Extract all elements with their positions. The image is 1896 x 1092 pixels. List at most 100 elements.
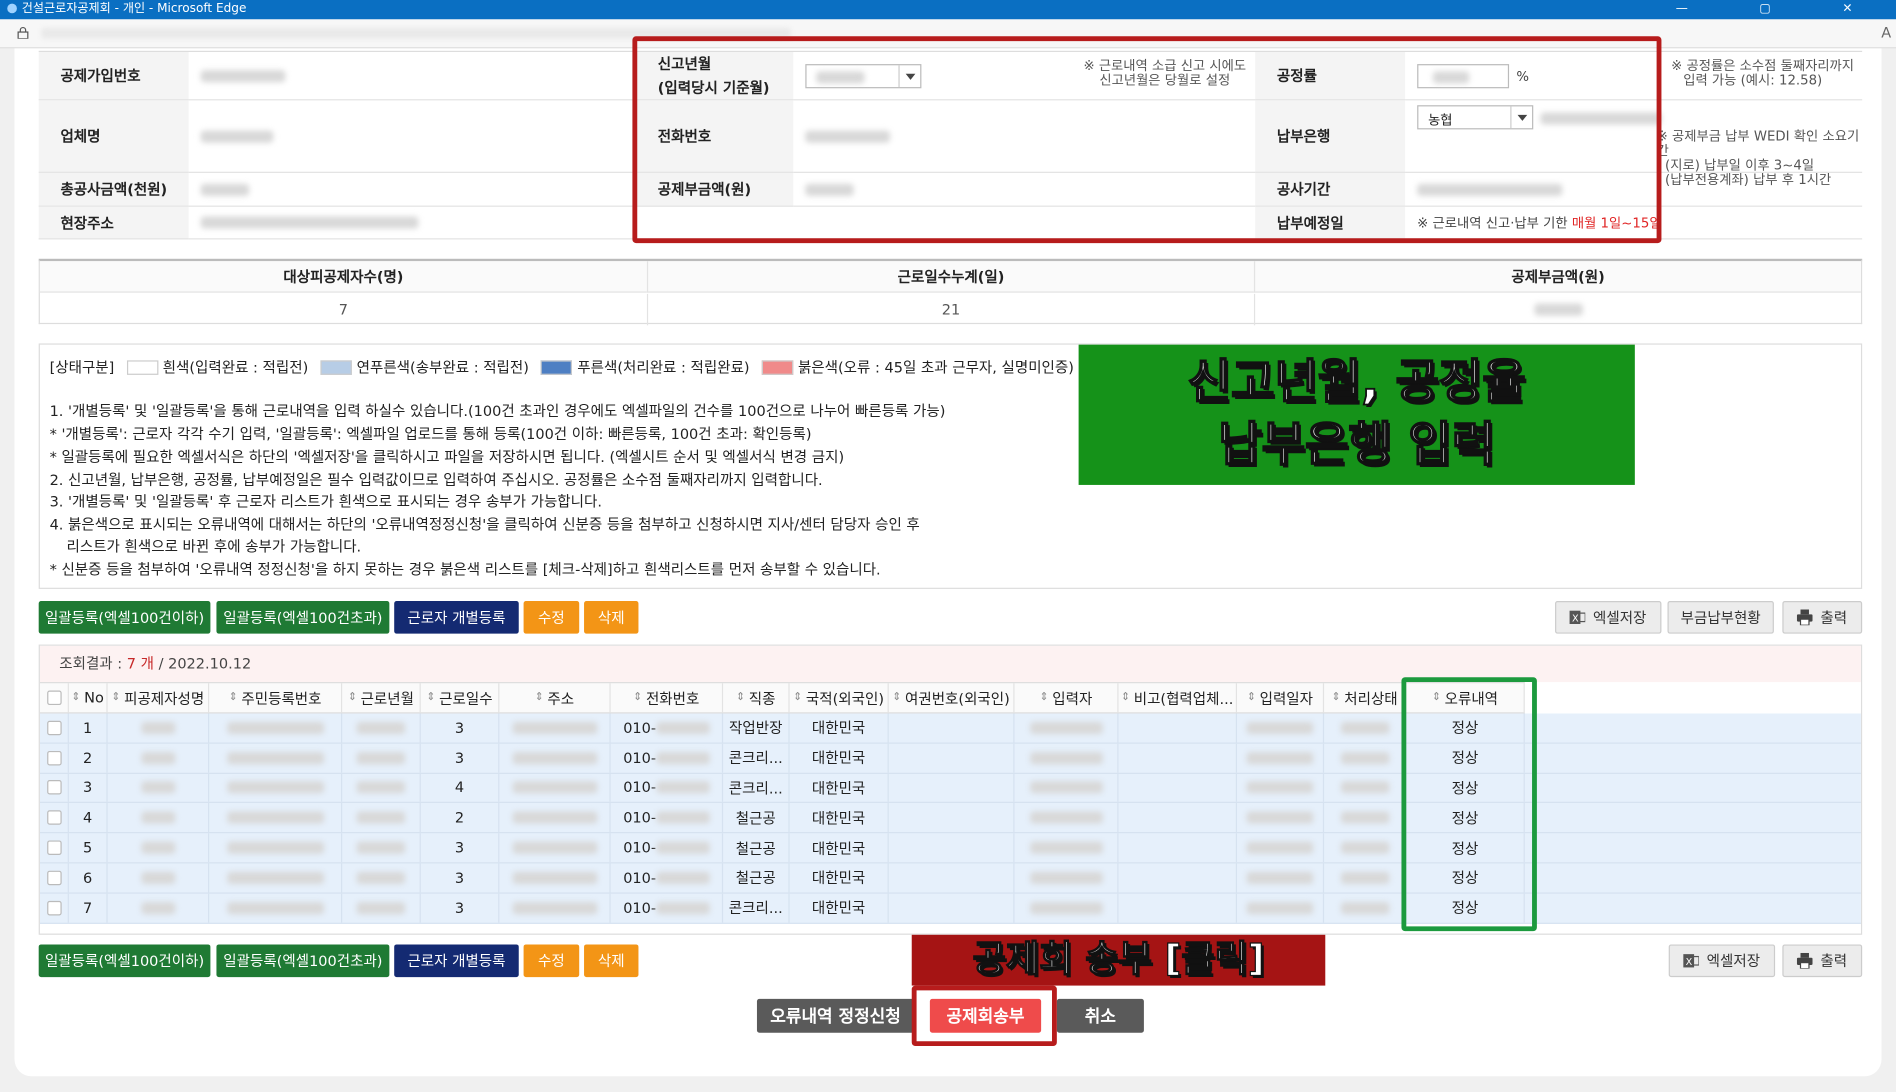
callout-input-guide-line1: 신고년월, 공정율 xyxy=(1187,355,1527,411)
redacted-value xyxy=(226,871,324,884)
cell-checkbox[interactable] xyxy=(40,773,69,803)
excel-save-button[interactable]: X 엑셀저장 xyxy=(1555,601,1662,634)
individual-register-button[interactable]: 근로자 개별등록 xyxy=(394,601,519,634)
cell-remarks xyxy=(1119,773,1238,803)
cell-nationality: 대한민국 xyxy=(790,743,889,773)
cell-text: 4 xyxy=(83,809,93,827)
cell-text: 3 xyxy=(454,839,465,857)
cancel-button[interactable]: 취소 xyxy=(1056,998,1144,1033)
summary-table: 대상피공제자수(명) 근로일수누계(일) 공제부금액(원) 7 21 xyxy=(38,258,1863,326)
table-row[interactable]: 7 3 010- 콘크리... 대한민국 정상 xyxy=(39,893,1861,924)
cell-registrant xyxy=(1015,803,1119,833)
error-correction-request-button[interactable]: 오류내역 정정신청 xyxy=(756,998,915,1033)
cell-registrant xyxy=(1015,893,1119,923)
cell-registrant xyxy=(1015,863,1119,893)
worker-grid: 조회결과 : 7 개 / 2022.10.12 ⇕ No ⇕ 피공제자성명 ⇕ 주민등… xyxy=(38,644,1863,935)
row-checkbox[interactable] xyxy=(46,900,62,916)
column-header-work-month[interactable]: ⇕ 근로년월 xyxy=(342,683,421,713)
redacted-value xyxy=(512,901,597,914)
column-header-job[interactable]: ⇕ 직종 xyxy=(723,683,790,713)
cell-checkbox[interactable] xyxy=(40,863,69,893)
cell-job: 철근공 xyxy=(723,803,790,833)
cell-text: 대한민국 xyxy=(811,749,866,767)
edit-button-bottom[interactable]: 수정 xyxy=(523,944,580,978)
cell-address xyxy=(499,833,611,863)
summary-header-amount: 공제부금액(원) xyxy=(1253,261,1861,293)
cell-address xyxy=(499,893,611,923)
column-header-label: 입력일자 xyxy=(1259,689,1314,707)
redacted-value xyxy=(1340,811,1389,824)
print-button[interactable]: 출력 xyxy=(1782,601,1863,634)
excel-icon: X xyxy=(1570,610,1586,625)
cell-passport xyxy=(889,893,1015,923)
legend-item-lightblue: 연푸른색(송부완료 : 적립전) xyxy=(356,359,529,377)
delete-button[interactable]: 삭제 xyxy=(584,601,639,634)
column-header-address[interactable]: ⇕ 주소 xyxy=(499,683,611,713)
cell-passport xyxy=(889,833,1015,863)
delete-button-bottom[interactable]: 삭제 xyxy=(584,944,639,978)
table-row[interactable]: 2 3 010- 콘크리... 대한민국 정상 xyxy=(39,743,1861,774)
print-button-bottom[interactable]: 출력 xyxy=(1782,944,1863,978)
column-header-name[interactable]: ⇕ 피공제자성명 xyxy=(108,683,210,713)
cell-input-date xyxy=(1237,713,1325,743)
cell-job: 철근공 xyxy=(723,863,790,893)
window-controls[interactable]: — ▢ ✕ xyxy=(1676,0,1887,19)
column-header-phone[interactable]: ⇕ 전화번호 xyxy=(611,683,724,713)
cell-job: 콘크리... xyxy=(723,773,790,803)
column-header-no[interactable]: ⇕ No xyxy=(69,683,108,713)
cell-text: 010- xyxy=(623,719,657,737)
instruction-line: 리스트가 흰색으로 바뀐 후에 송부가 가능합니다. xyxy=(66,538,362,556)
cell-remarks xyxy=(1119,803,1238,833)
cell-nationality: 대한민국 xyxy=(790,713,889,743)
cell-checkbox[interactable] xyxy=(40,713,69,743)
table-row[interactable]: 3 4 010- 콘크리... 대한민국 정상 xyxy=(39,773,1861,804)
row-checkbox[interactable] xyxy=(46,870,62,886)
join-no-value xyxy=(188,52,637,101)
bulk-register-large-button-bottom[interactable]: 일괄등록(엑셀100건초과) xyxy=(216,944,390,978)
cell-checkbox[interactable] xyxy=(40,803,69,833)
column-header-registrant[interactable]: ⇕ 입력자 xyxy=(1015,683,1119,713)
row-checkbox[interactable] xyxy=(46,720,62,736)
cell-checkbox[interactable] xyxy=(40,893,69,923)
individual-register-button-bottom[interactable]: 근로자 개별등록 xyxy=(394,944,519,978)
row-checkbox[interactable] xyxy=(46,780,62,796)
table-row[interactable]: 1 3 010- 작업반장 대한민국 정상 xyxy=(39,713,1861,744)
select-all-checkbox[interactable] xyxy=(46,690,62,706)
column-header-input-date[interactable]: ⇕ 입력일자 xyxy=(1237,683,1325,713)
legend-item-red: 붉은색(오류 : 45일 초과 근무자, 실명미인증) xyxy=(797,359,1074,377)
bulk-register-small-button[interactable]: 일괄등록(엑셀100건이하) xyxy=(38,601,211,634)
excel-save-button-bottom[interactable]: X 엑셀저장 xyxy=(1668,944,1776,978)
redacted-value xyxy=(1029,751,1103,764)
column-header-passport[interactable]: ⇕ 여권번호(외국인) xyxy=(889,683,1015,713)
bulk-register-small-button-bottom[interactable]: 일괄등록(엑셀100건이하) xyxy=(38,944,211,978)
column-header-work-days[interactable]: ⇕ 근로일수 xyxy=(421,683,500,713)
cell-text: 010- xyxy=(623,869,657,887)
payment-status-button[interactable]: 부금납부현황 xyxy=(1667,601,1774,634)
bulk-register-large-button[interactable]: 일괄등록(엑셀100건초과) xyxy=(216,601,390,634)
header-checkbox-cell[interactable] xyxy=(40,683,69,713)
column-header-nationality[interactable]: ⇕ 국적(외국인) xyxy=(790,683,889,713)
row-checkbox[interactable] xyxy=(46,750,62,766)
table-row[interactable]: 5 3 010- 철근공 대한민국 정상 xyxy=(39,833,1861,864)
svg-text:X: X xyxy=(1572,614,1579,625)
cell-text: 010- xyxy=(623,779,657,797)
column-header-resident-no[interactable]: ⇕ 주민등록번호 xyxy=(209,683,343,713)
row-checkbox[interactable] xyxy=(46,840,62,856)
highlight-box-report-inputs xyxy=(632,36,1662,244)
column-header-remarks[interactable]: ⇕ 비고(협력업체... xyxy=(1119,683,1238,713)
cell-text: 3 xyxy=(83,779,93,797)
redacted-value xyxy=(140,721,175,734)
column-header-status[interactable]: ⇕ 처리상태 xyxy=(1324,683,1407,713)
cell-checkbox[interactable] xyxy=(40,743,69,773)
cell-input-date xyxy=(1237,743,1325,773)
row-checkbox[interactable] xyxy=(46,810,62,826)
table-row[interactable]: 6 3 010- 철근공 대한민국 정상 xyxy=(39,863,1861,894)
redacted-value xyxy=(512,721,597,734)
table-row[interactable]: 4 2 010- 철근공 대한민국 정상 xyxy=(39,803,1861,834)
cell-work-days: 3 xyxy=(421,713,500,743)
edit-button[interactable]: 수정 xyxy=(523,601,580,634)
read-aloud-icon[interactable]: A xyxy=(1881,24,1891,41)
cell-remarks xyxy=(1119,833,1238,863)
redacted-value xyxy=(356,871,406,884)
cell-checkbox[interactable] xyxy=(40,833,69,863)
